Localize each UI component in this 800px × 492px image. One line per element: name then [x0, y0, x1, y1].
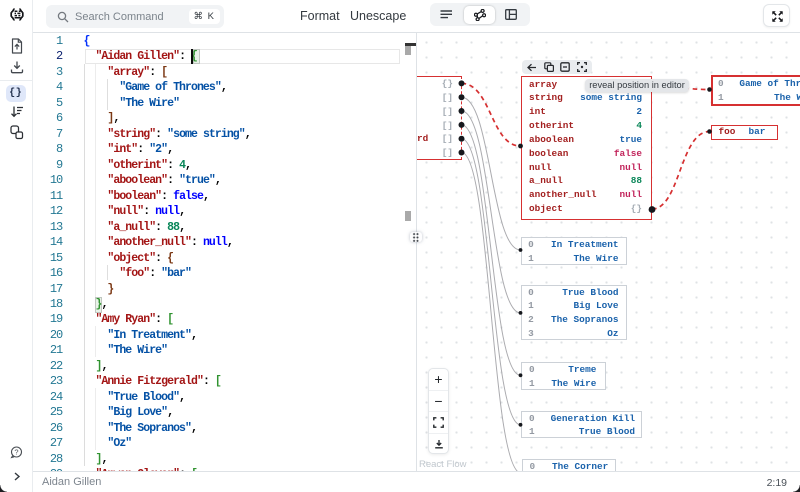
svg-text:?: ? [14, 448, 18, 457]
